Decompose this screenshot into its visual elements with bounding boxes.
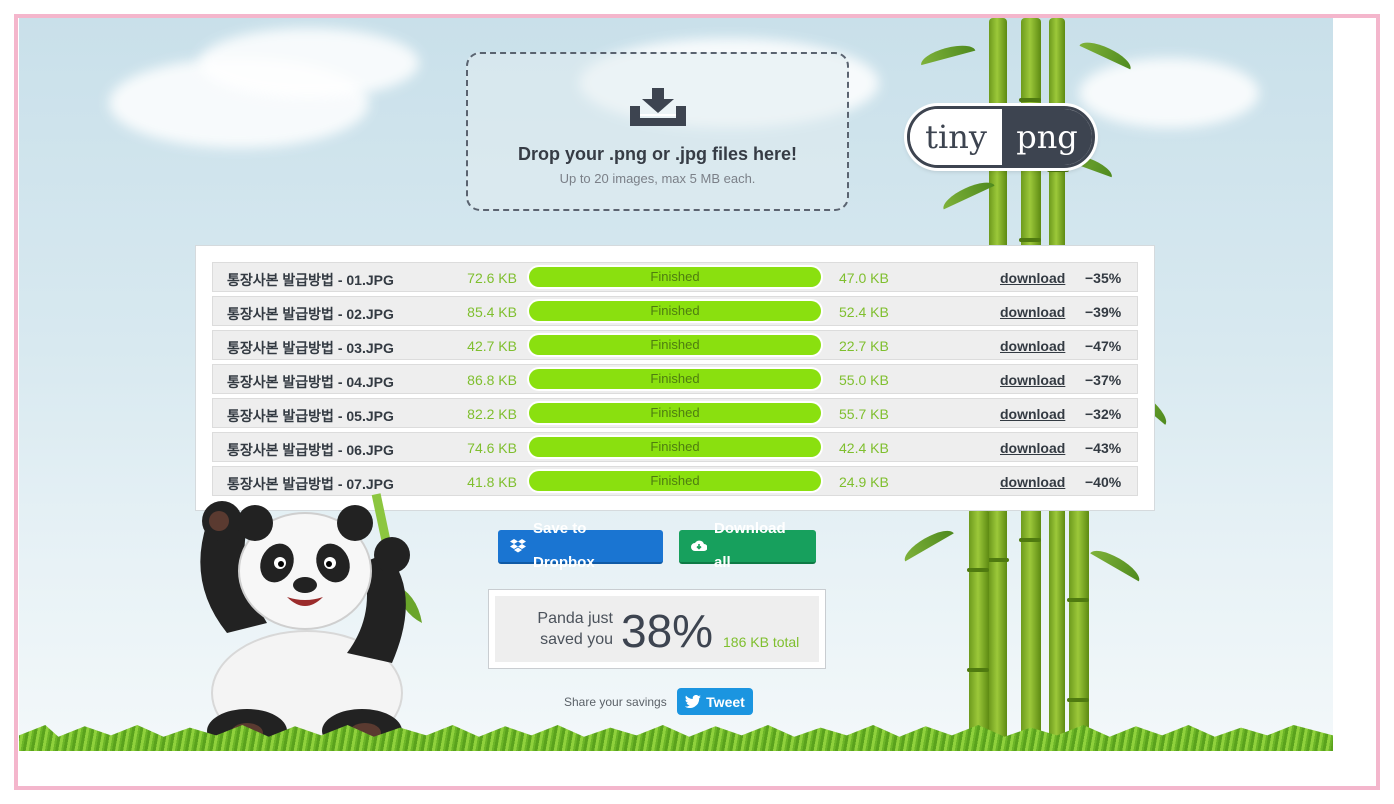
share-label: Share your savings	[564, 695, 667, 709]
file-name: 통장사본 발급방법 - 04.JPG	[227, 374, 394, 390]
dropzone-title: Drop your .png or .jpg files here!	[517, 144, 798, 164]
download-link[interactable]: download	[1000, 270, 1065, 286]
savings-summary-inner: Panda just saved you 38% 186 KB total	[495, 596, 819, 662]
dropbox-icon	[510, 539, 526, 553]
file-name: 통장사본 발급방법 - 02.JPG	[227, 306, 394, 322]
compressed-size: 52.4 KB	[839, 304, 889, 320]
tinypng-scene: Drop your .png or .jpg files here! Up to…	[19, 18, 1333, 751]
file-row: 통장사본 발급방법 - 05.JPG 82.2 KB Finished 55.7…	[212, 398, 1138, 428]
original-size: 41.8 KB	[467, 474, 517, 490]
tweet-button[interactable]: Tweet	[677, 688, 753, 715]
download-tray-icon	[630, 88, 686, 126]
file-row: 통장사본 발급방법 - 02.JPG 85.4 KB Finished 52.4…	[212, 296, 1138, 326]
file-row: 통장사본 발급방법 - 07.JPG 41.8 KB Finished 24.9…	[212, 466, 1138, 496]
file-row: 통장사본 발급방법 - 03.JPG 42.7 KB Finished 22.7…	[212, 330, 1138, 360]
download-link[interactable]: download	[1000, 406, 1065, 422]
savings-summary: Panda just saved you 38% 186 KB total	[488, 589, 826, 669]
original-size: 85.4 KB	[467, 304, 517, 320]
bamboo-stalk	[1067, 508, 1089, 751]
progress-bar: Finished	[527, 469, 823, 493]
compressed-size: 55.0 KB	[839, 372, 889, 388]
savings-caption-line1: Panda just	[537, 610, 613, 627]
original-size: 74.6 KB	[467, 440, 517, 456]
saving-percent: −32%	[1085, 406, 1122, 422]
results-panel: 통장사본 발급방법 - 01.JPG 72.6 KB Finished 47.0…	[195, 245, 1155, 511]
file-name: 통장사본 발급방법 - 06.JPG	[227, 442, 394, 458]
progress-fill: Finished	[529, 301, 821, 321]
download-all-button[interactable]: Download all	[679, 520, 816, 571]
progress-fill: Finished	[529, 471, 821, 491]
file-name: 통장사본 발급방법 - 01.JPG	[227, 272, 394, 288]
progress-bar: Finished	[527, 333, 823, 357]
savings-total: 186 KB total	[723, 634, 800, 650]
progress-bar: Finished	[527, 299, 823, 323]
bamboo-leaf	[918, 40, 976, 66]
twitter-bird-icon	[685, 695, 702, 708]
compressed-size: 42.4 KB	[839, 440, 889, 456]
progress-fill: Finished	[529, 369, 821, 389]
saving-percent: −43%	[1085, 440, 1122, 456]
bamboo-leaf	[939, 176, 995, 210]
compressed-size: 55.7 KB	[839, 406, 889, 422]
progress-bar: Finished	[527, 265, 823, 289]
download-link[interactable]: download	[1000, 372, 1065, 388]
saving-percent: −47%	[1085, 338, 1122, 354]
logo-png-text: png	[1002, 109, 1092, 165]
file-row: 통장사본 발급방법 - 04.JPG 86.8 KB Finished 55.0…	[212, 364, 1138, 394]
original-size: 72.6 KB	[467, 270, 517, 286]
download-all-label: Download all	[714, 520, 786, 571]
download-link[interactable]: download	[1000, 304, 1065, 320]
saving-percent: −39%	[1085, 304, 1122, 320]
bamboo-leaf	[1079, 36, 1135, 70]
tinypng-logo[interactable]: tiny png	[907, 106, 1095, 168]
download-link[interactable]: download	[1000, 338, 1065, 354]
savings-caption: Panda just saved you	[533, 608, 613, 650]
saving-percent: −40%	[1085, 474, 1122, 490]
cloud	[199, 28, 419, 98]
progress-fill: Finished	[529, 267, 821, 287]
file-name: 통장사본 발급방법 - 05.JPG	[227, 408, 394, 424]
cloud-download-icon	[691, 540, 707, 551]
file-row: 통장사본 발급방법 - 06.JPG 74.6 KB Finished 42.4…	[212, 432, 1138, 462]
cloud	[1079, 58, 1259, 128]
saving-percent: −35%	[1085, 270, 1122, 286]
file-dropzone[interactable]: Drop your .png or .jpg files here! Up to…	[466, 52, 849, 211]
original-size: 82.2 KB	[467, 406, 517, 422]
progress-bar: Finished	[527, 401, 823, 425]
savings-percent: 38%	[621, 605, 714, 657]
progress-bar: Finished	[527, 367, 823, 391]
progress-fill: Finished	[529, 437, 821, 457]
savings-caption-line2: saved you	[540, 631, 613, 648]
save-to-dropbox-button[interactable]: Save to Dropbox	[498, 520, 663, 571]
file-name: 통장사본 발급방법 - 03.JPG	[227, 340, 394, 356]
progress-bar: Finished	[527, 435, 823, 459]
file-row: 통장사본 발급방법 - 01.JPG 72.6 KB Finished 47.0…	[212, 262, 1138, 292]
compressed-size: 47.0 KB	[839, 270, 889, 286]
compressed-size: 22.7 KB	[839, 338, 889, 354]
saving-percent: −37%	[1085, 372, 1122, 388]
dropzone-subtitle: Up to 20 images, max 5 MB each.	[559, 171, 756, 186]
panda-mascot-illustration	[200, 493, 422, 751]
save-to-dropbox-label: Save to Dropbox	[533, 520, 595, 571]
file-name: 통장사본 발급방법 - 07.JPG	[227, 476, 394, 492]
download-link[interactable]: download	[1000, 440, 1065, 456]
bamboo-stalk	[967, 508, 989, 751]
original-size: 86.8 KB	[467, 372, 517, 388]
bamboo-leaf	[1090, 544, 1144, 582]
logo-tiny-text: tiny	[910, 109, 1002, 165]
compressed-size: 24.9 KB	[839, 474, 889, 490]
tweet-label: Tweet	[706, 693, 745, 710]
original-size: 42.7 KB	[467, 338, 517, 354]
download-link[interactable]: download	[1000, 474, 1065, 490]
progress-fill: Finished	[529, 403, 821, 423]
progress-fill: Finished	[529, 335, 821, 355]
bamboo-leaf	[900, 524, 954, 562]
